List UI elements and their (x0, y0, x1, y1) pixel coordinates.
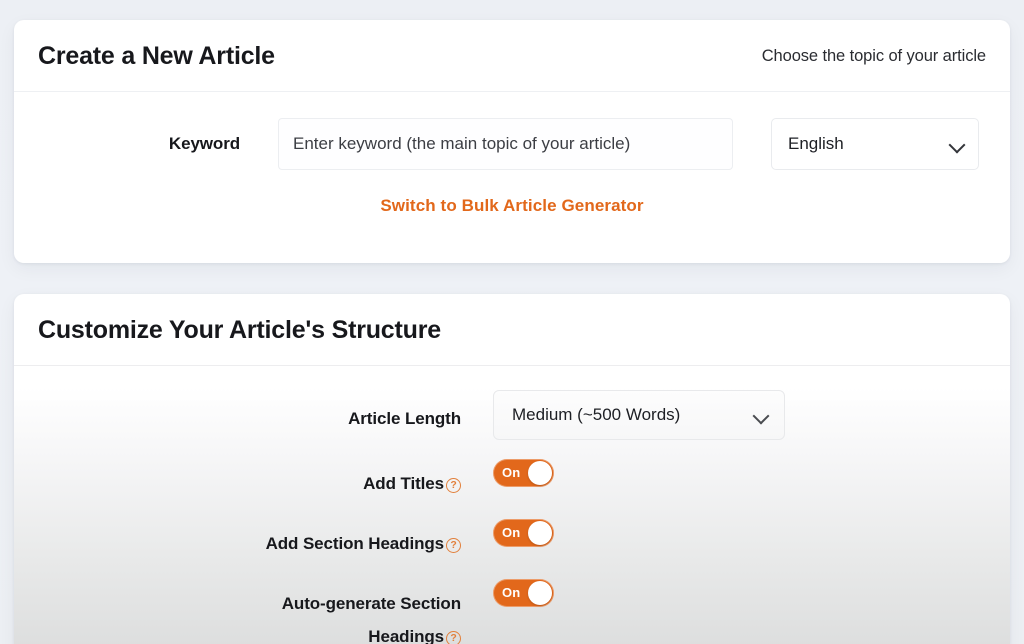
article-length-value: Medium (~500 Words) (512, 405, 681, 424)
setting-row-add-titles: Add Titles? On (38, 455, 986, 500)
auto-generate-section-headings-toggle[interactable]: On (493, 579, 554, 607)
app-page: Create a New Article Choose the topic of… (0, 20, 1024, 644)
article-structure-title: Customize Your Article's Structure (38, 316, 441, 344)
add-section-headings-toggle[interactable]: On (493, 519, 554, 547)
setting-row-article-length: Article Length Medium (~500 Words) (38, 390, 986, 440)
switch-link-wrap: Switch to Bulk Article Generator (14, 170, 1010, 216)
auto-generate-label-line2: Headings (368, 627, 444, 644)
chevron-down-icon (752, 407, 770, 425)
setting-row-auto-generate-section-headings: Auto-generate Section Headings? On (38, 575, 986, 644)
setting-row-add-section-headings: Add Section Headings? On (38, 515, 986, 560)
toggle-knob (528, 521, 552, 545)
add-section-headings-label-text: Add Section Headings (265, 534, 445, 553)
language-select[interactable]: English (771, 118, 979, 170)
help-circle-icon[interactable]: ? (446, 478, 461, 493)
create-article-header: Create a New Article Choose the topic of… (14, 20, 1010, 92)
toggle-knob (528, 461, 552, 485)
auto-generate-section-headings-label: Auto-generate Section Headings? (38, 575, 493, 644)
settings-list: Article Length Medium (~500 Words) Add T… (14, 366, 1010, 644)
article-length-label: Article Length (348, 409, 461, 428)
auto-generate-toggle-state: On (502, 585, 521, 600)
keyword-row: Keyword English (14, 92, 1010, 170)
add-titles-label-text: Add Titles (363, 474, 444, 493)
create-article-subtitle: Choose the topic of your article (761, 47, 986, 65)
page-title: Create a New Article (38, 42, 275, 70)
add-titles-label: Add Titles? (38, 455, 493, 500)
add-section-headings-label: Add Section Headings? (38, 515, 493, 560)
auto-generate-label-line1: Auto-generate Section (281, 594, 461, 613)
create-article-card: Create a New Article Choose the topic of… (14, 20, 1010, 263)
keyword-input[interactable] (278, 118, 733, 170)
add-titles-toggle[interactable]: On (493, 459, 554, 487)
toggle-knob (528, 581, 552, 605)
chevron-down-icon (948, 136, 966, 154)
switch-to-bulk-generator-link[interactable]: Switch to Bulk Article Generator (380, 196, 643, 215)
article-structure-card: Customize Your Article's Structure Artic… (14, 294, 1010, 644)
add-titles-toggle-state: On (502, 465, 521, 480)
help-circle-icon[interactable]: ? (446, 631, 461, 644)
help-circle-icon[interactable]: ? (446, 538, 461, 553)
add-section-headings-toggle-state: On (502, 525, 521, 540)
article-length-select[interactable]: Medium (~500 Words) (493, 390, 785, 440)
keyword-label: Keyword (168, 134, 240, 153)
article-structure-header: Customize Your Article's Structure (14, 294, 1010, 366)
language-select-value: English (788, 134, 844, 153)
